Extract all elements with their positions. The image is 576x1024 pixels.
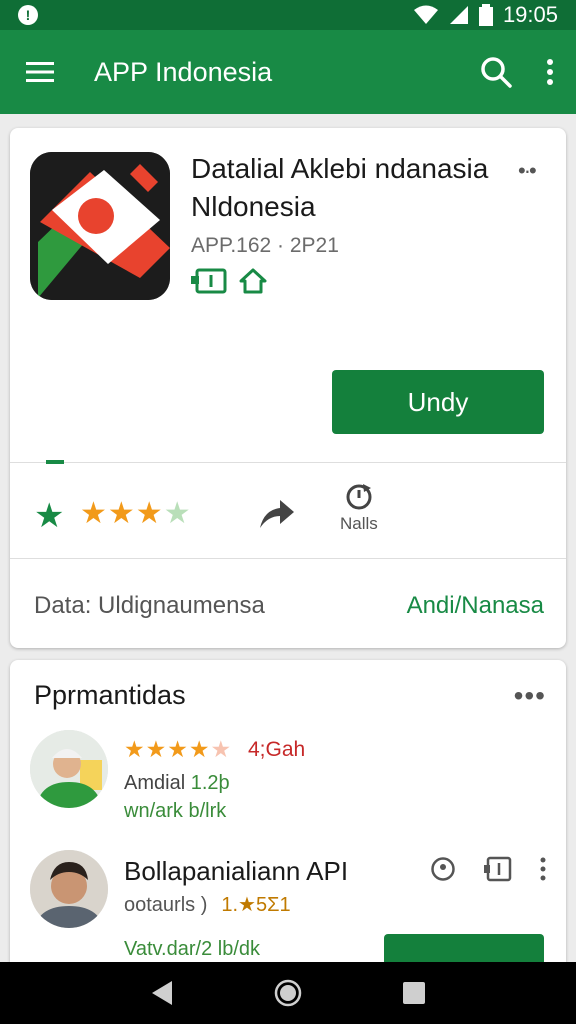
avatar <box>30 850 108 928</box>
badge-icon[interactable] <box>484 856 512 882</box>
home-icon <box>239 268 267 294</box>
location-icon[interactable] <box>430 856 456 882</box>
recents-icon[interactable] <box>402 981 426 1005</box>
search-icon[interactable] <box>480 56 512 88</box>
review-item[interactable]: Bollapanialiann API ootaurls ) 1.★5Σ1 Vat… <box>10 850 566 970</box>
review-rating: 4;Gah <box>248 738 306 761</box>
badge-icon <box>191 268 227 294</box>
hamburger-menu-icon[interactable] <box>26 61 54 83</box>
more-vert-icon[interactable] <box>540 857 546 881</box>
data-link[interactable]: Andi/Nanasa <box>407 592 544 620</box>
more-vert-icon[interactable] <box>546 58 554 86</box>
review-line: Vatv.dar/2 lb/dk <box>124 938 260 960</box>
app-meta: APP.162 · 2P21 <box>191 234 339 257</box>
review-title: Bollapanialiann API <box>124 856 349 886</box>
review-item[interactable]: ★★★★★ 4;Gah Amdial 1.2þ wn/ark b/lrk <box>10 730 566 840</box>
app-bar-title: APP Indonesia <box>94 56 273 87</box>
status-bar: ! 19:05 <box>0 0 576 30</box>
notification-icon: ! <box>18 5 38 25</box>
refresh-icon <box>346 484 372 510</box>
review-stars: ★★★★★ <box>124 736 233 762</box>
reviews-more-icon[interactable]: ••• <box>514 680 546 712</box>
signal-icon <box>449 6 468 24</box>
reviews-button[interactable]: Nalls <box>340 482 378 534</box>
share-icon[interactable] <box>256 492 296 532</box>
rating-stars: ★★★★ <box>80 497 192 530</box>
reviews-label: Nalls <box>340 514 378 533</box>
data-label: Data: Uldignaumensa <box>34 592 265 619</box>
avatar <box>30 730 108 808</box>
review-line: wn/ark b/lrk <box>124 800 227 822</box>
app-detail-card: Datalial Aklebi ndanasia Nldonesia •·• A… <box>10 128 566 648</box>
reviews-title: Pprmantidas <box>34 680 186 710</box>
rating-star-icon: ★ <box>34 497 65 535</box>
home-icon[interactable] <box>274 979 302 1007</box>
data-row: Data: Uldignaumensa Andi/Nanasa <box>10 558 566 648</box>
reviews-card: Pprmantidas ••• ★★★★★ 4;Gah Amdial 1.2þ … <box>10 660 566 970</box>
rating-row: ★ ★★★★ Nalls <box>10 468 566 558</box>
navigation-bar <box>0 962 576 1024</box>
review-line: Amdial 1.2þ <box>124 772 230 794</box>
divider <box>10 462 566 463</box>
app-bar: APP Indonesia <box>0 30 576 114</box>
app-name: Datalial Aklebi ndanasia Nldonesia <box>191 153 489 222</box>
app-icon[interactable] <box>30 152 170 300</box>
install-button[interactable]: Undy <box>332 370 544 434</box>
tab-indicator <box>46 460 64 464</box>
app-overflow-icon[interactable]: •·• <box>518 158 537 184</box>
wifi-icon <box>413 5 438 24</box>
status-time: 19:05 <box>502 2 558 27</box>
back-icon[interactable] <box>150 980 174 1006</box>
review-sub: ootaurls ) 1.★5Σ1 <box>124 894 291 916</box>
battery-icon <box>478 4 493 26</box>
